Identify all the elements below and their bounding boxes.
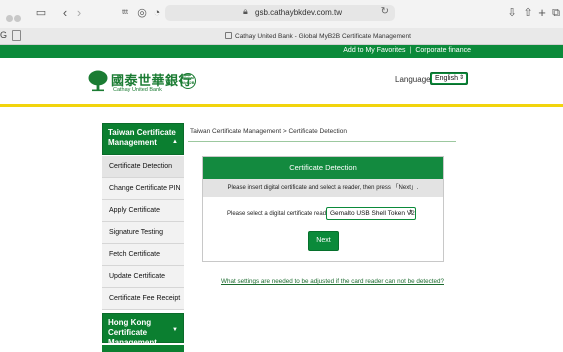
share-icon[interactable]: ⇧	[521, 6, 535, 20]
global-myb2b-badge: Global MyB2B	[180, 73, 196, 89]
window-controls[interactable]	[6, 9, 28, 40]
badge-line2: MyB2B	[181, 81, 195, 85]
bank-name-english: Cathay United Bank	[113, 87, 162, 93]
select-arrows-icon: ⇕	[407, 210, 413, 216]
browser-toolbar: ▭ ‹ › ttt ◎ ◔ 🔒︎ gsb.cathaybkdev.com.tw …	[0, 0, 563, 40]
sidebar-section-taiwan[interactable]: Taiwan Certificate Management ▲	[102, 123, 184, 155]
add-favorites-link[interactable]: Add to My Favorites	[343, 47, 405, 54]
breadcrumb: Taiwan Certificate Management > Certific…	[190, 128, 347, 135]
back-icon[interactable]: ‹	[58, 6, 72, 20]
tab-title: Cathay United Bank - Global MyB2B Certif…	[235, 33, 411, 40]
sidebar-item-fetch-certificate[interactable]: Fetch Certificate	[102, 244, 184, 266]
top-links-bar: Add to My Favorites | Corporate finance	[0, 45, 563, 58]
forward-icon[interactable]: ›	[72, 6, 86, 20]
sidebar-toggle-icon[interactable]: ▭	[34, 6, 48, 20]
new-tab-icon[interactable]: +	[535, 6, 549, 20]
sidebar-item-update-certificate[interactable]: Update Certificate	[102, 266, 184, 288]
sidebar-section-hong-kong-label: Hong Kong Certificate Management	[108, 318, 157, 347]
sidebar-section-hong-kong[interactable]: Hong Kong Certificate Management ▼	[102, 313, 184, 347]
caret-down-icon: ▼	[172, 327, 178, 333]
breadcrumb-divider	[188, 141, 456, 142]
tree-logo-icon[interactable]	[88, 70, 108, 92]
page-icon[interactable]	[12, 30, 21, 41]
address-bar[interactable]: 🔒︎ gsb.cathaybkdev.com.tw ↻	[165, 5, 395, 21]
tab-overview-icon[interactable]: ⧉	[549, 6, 563, 20]
sidebar-next-section[interactable]	[102, 345, 184, 352]
favicon-icon	[225, 32, 232, 39]
extension-icon[interactable]: ttt	[118, 6, 132, 20]
download-icon[interactable]: ⇩	[505, 6, 519, 20]
sidebar-item-signature-testing[interactable]: Signature Testing	[102, 222, 184, 244]
shield-icon[interactable]: ◎	[135, 6, 149, 20]
reader-select-label: Please select a digital certificate read…	[227, 211, 335, 217]
sidebar-item-certificate-detection[interactable]: Certificate Detection	[102, 156, 184, 178]
privacy-icon[interactable]: ◔	[150, 6, 164, 20]
panel-instruction: Please insert digital certificate and se…	[203, 179, 443, 197]
sidebar-item-apply-certificate[interactable]: Apply Certificate	[102, 200, 184, 222]
caret-up-icon: ▲	[172, 139, 178, 145]
lock-icon: 🔒︎	[243, 6, 248, 16]
reader-select[interactable]: Gemalto USB Shell Token V2 ⇕	[326, 207, 416, 220]
tab-strip: G Cathay United Bank - Global MyB2B Cert…	[0, 28, 563, 45]
url-text: gsb.cathaybkdev.com.tw	[255, 8, 343, 17]
reload-icon[interactable]: ↻	[381, 6, 389, 17]
sidebar-item-change-pin[interactable]: Change Certificate PIN	[102, 178, 184, 200]
language-select[interactable]: English ⇕	[430, 72, 468, 85]
certificate-detection-panel: Certificate Detection Please insert digi…	[202, 156, 444, 262]
reader-help-link[interactable]: What settings are needed to be adjusted …	[221, 278, 444, 285]
link-separator: |	[409, 47, 412, 54]
panel-title: Certificate Detection	[203, 157, 443, 179]
sidebar-section-taiwan-label: Taiwan Certificate Management	[108, 128, 176, 147]
select-arrows-icon: ⇕	[458, 75, 464, 81]
reader-select-value: Gemalto USB Shell Token V2	[330, 210, 415, 217]
language-value: English	[435, 75, 458, 82]
header-divider	[0, 104, 563, 107]
corporate-finance-link[interactable]: Corporate finance	[415, 47, 471, 54]
pinned-tab[interactable]: G	[0, 30, 7, 40]
sidebar-item-fee-receipt[interactable]: Certificate Fee Receipt	[102, 288, 184, 310]
active-tab[interactable]: Cathay United Bank - Global MyB2B Certif…	[225, 32, 411, 40]
next-button[interactable]: Next	[308, 231, 339, 251]
